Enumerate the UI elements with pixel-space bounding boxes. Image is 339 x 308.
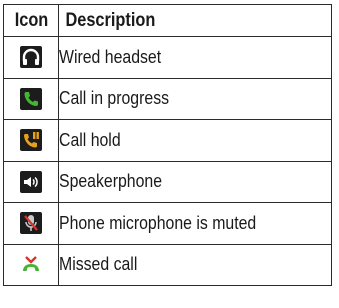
table-row: Call in progress	[3, 77, 332, 120]
description-text: Wired headset	[59, 46, 162, 67]
table-row: Wired headset	[3, 36, 332, 79]
table-row: Call hold	[3, 119, 332, 162]
icon-cell	[3, 119, 59, 162]
description-cell: Phone microphone is muted	[58, 202, 332, 245]
table-header-row: Icon Description	[4, 4, 332, 37]
speakerphone-icon	[20, 170, 42, 193]
icon-cell	[3, 36, 59, 79]
icon-description-table: Icon Description Wired headset Call in p…	[3, 4, 332, 286]
description-cell: Call in progress	[58, 77, 332, 120]
call-hold-icon	[20, 129, 42, 152]
icon-cell	[3, 160, 59, 203]
description-text: Phone microphone is muted	[59, 212, 257, 233]
description-column-header: Description	[58, 4, 294, 37]
table-row: Phone microphone is muted	[3, 202, 332, 245]
description-cell: Missed call	[58, 243, 332, 286]
description-text: Missed call	[59, 254, 138, 275]
microphone-muted-icon	[20, 212, 42, 235]
icon-column-header: Icon	[6, 4, 56, 37]
icon-cell	[3, 243, 59, 286]
description-cell: Call hold	[58, 119, 332, 162]
table-row: Speakerphone	[3, 160, 332, 203]
table-row: Missed call	[3, 243, 332, 286]
description-text: Speakerphone	[59, 171, 163, 192]
icon-cell	[3, 202, 59, 245]
description-cell: Speakerphone	[58, 160, 332, 203]
icon-cell	[3, 77, 59, 120]
call-in-progress-icon	[20, 87, 42, 110]
missed-call-icon	[20, 253, 42, 276]
description-cell: Wired headset	[58, 36, 332, 79]
wired-headset-icon	[20, 46, 42, 69]
description-text: Call hold	[59, 129, 121, 150]
status-icon-reference-page: Icon Description Wired headset Call in p…	[0, 0, 339, 308]
description-text: Call in progress	[59, 88, 170, 109]
